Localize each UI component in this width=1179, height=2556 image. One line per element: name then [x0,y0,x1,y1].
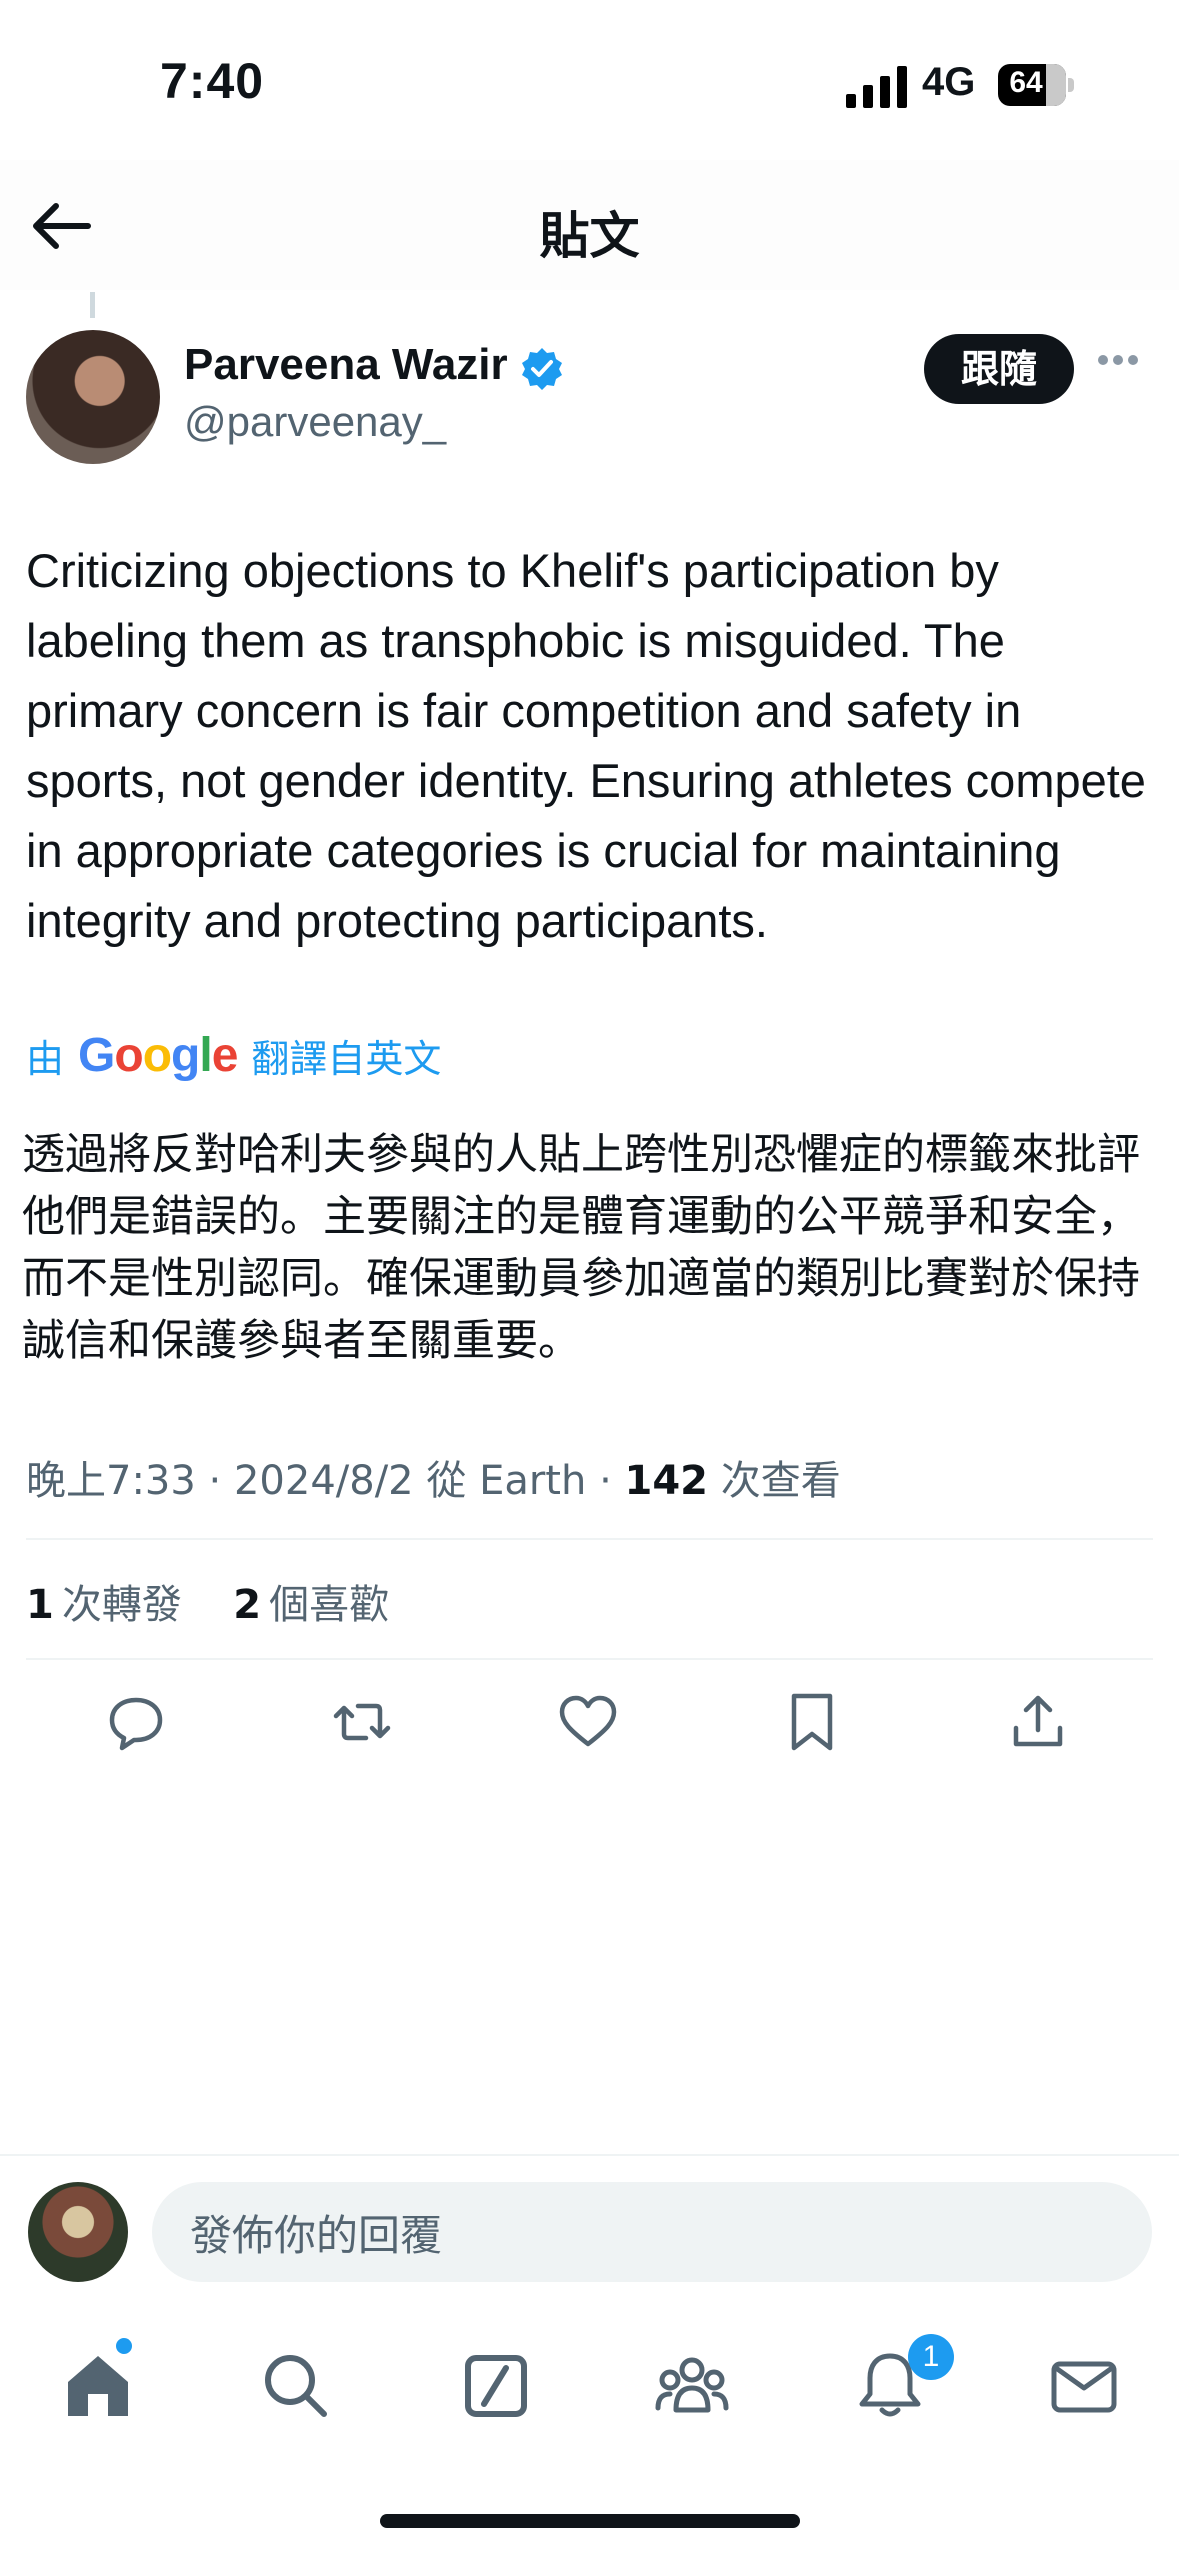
tweet-date: 2024/8/2 [233,1458,414,1504]
reposts-stat[interactable]: 1 次轉發 [26,1582,195,1628]
battery-icon: 64 [998,64,1074,106]
share-icon[interactable] [1006,1690,1070,1754]
reply-icon[interactable] [104,1690,168,1754]
notifications-badge: 1 [908,2334,954,2380]
author-handle[interactable]: @parveenay_ [184,398,446,446]
home-unread-dot [116,2338,132,2354]
messages-icon[interactable] [1044,2346,1124,2426]
signal-icon [846,66,907,108]
reply-input[interactable]: 發佈你的回覆 [152,2182,1152,2282]
follow-button[interactable]: 跟隨 [924,334,1074,404]
network-type: 4G [922,60,976,104]
reply-placeholder: 發佈你的回覆 [190,2210,443,2260]
translation-attribution[interactable]: 由 Google 翻譯自英文 [26,1028,441,1083]
tweet-text: Criticizing objections to Khelif's parti… [26,544,1146,947]
tweet-source: 從 Earth [426,1458,587,1504]
engagement-stats: 1 次轉發 2 個喜歡 [26,1572,389,1630]
views-count: 142 [624,1458,709,1504]
grok-icon[interactable] [456,2346,536,2426]
my-avatar[interactable] [28,2182,128,2282]
divider [26,1538,1153,1540]
google-logo-icon: Google [78,1029,238,1082]
tweet-meta: 晚上7:33 · 2024/8/2 從 Earth · 142 次查看 [26,1458,841,1504]
translate-prefix: 由 [26,1037,65,1081]
communities-icon[interactable] [652,2346,732,2426]
reposts-count: 1 [26,1582,54,1628]
tweet-time: 晚上7:33 [26,1458,196,1504]
home-indicator [380,2514,800,2528]
thread-connector-line [90,292,95,318]
likes-label: 個喜歡 [269,1582,390,1628]
home-icon[interactable] [58,2346,138,2426]
translated-tweet-text: 透過將反對哈利夫參與的人貼上跨性別恐懼症的標籤來批評他們是錯誤的。主要關注的是體… [22,1130,1140,1366]
divider [0,2154,1179,2156]
bookmark-icon[interactable] [780,1690,844,1754]
likes-stat[interactable]: 2 個喜歡 [233,1582,389,1628]
battery-level: 64 [1009,66,1043,99]
search-icon[interactable] [256,2346,336,2426]
divider [26,1658,1153,1660]
likes-count: 2 [233,1582,262,1628]
verified-badge-icon [522,348,562,390]
page-title: 貼文 [539,207,640,265]
like-icon[interactable] [556,1690,620,1754]
author-avatar[interactable] [26,330,160,464]
views-label[interactable]: 次查看 [721,1458,841,1504]
translate-suffix: 翻譯自英文 [251,1037,442,1081]
more-options-icon[interactable] [1098,352,1144,382]
author-name[interactable]: Parveena Wazir [184,340,508,390]
repost-icon[interactable] [330,1690,394,1754]
reposts-label: 次轉發 [61,1582,182,1628]
status-time: 7:40 [160,53,265,109]
